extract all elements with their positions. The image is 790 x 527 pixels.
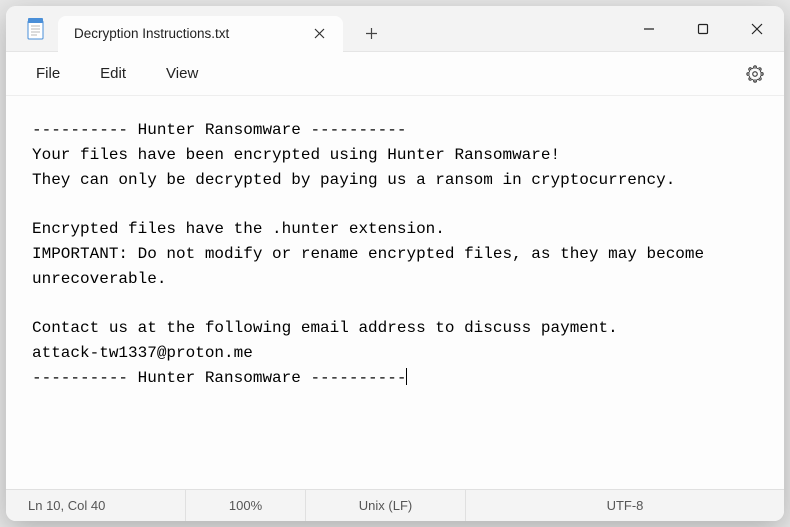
text-caret [406,368,407,385]
menu-file[interactable]: File [16,59,80,88]
menubar: File Edit View [6,52,784,96]
status-encoding[interactable]: UTF-8 [466,490,784,521]
minimize-button[interactable] [622,6,676,52]
titlebar: Decryption Instructions.txt [6,6,784,52]
close-button[interactable] [730,6,784,52]
window-controls [622,6,784,52]
status-line-ending[interactable]: Unix (LF) [306,490,466,521]
text-editor-area[interactable]: ---------- Hunter Ransomware ---------- … [6,96,784,489]
menu-view[interactable]: View [146,59,218,88]
settings-button[interactable] [736,57,774,91]
tab-close-button[interactable] [309,24,329,44]
document-tab[interactable]: Decryption Instructions.txt [58,16,343,52]
statusbar: Ln 10, Col 40 100% Unix (LF) UTF-8 [6,489,784,521]
notepad-window: Decryption Instructions.txt File Edit Vi… [6,6,784,521]
status-zoom[interactable]: 100% [186,490,306,521]
menu-edit[interactable]: Edit [80,59,146,88]
notepad-icon [24,18,46,40]
document-text: ---------- Hunter Ransomware ---------- … [32,121,714,387]
status-position[interactable]: Ln 10, Col 40 [6,490,186,521]
maximize-button[interactable] [676,6,730,52]
new-tab-button[interactable] [351,16,391,52]
tab-title: Decryption Instructions.txt [74,26,309,41]
